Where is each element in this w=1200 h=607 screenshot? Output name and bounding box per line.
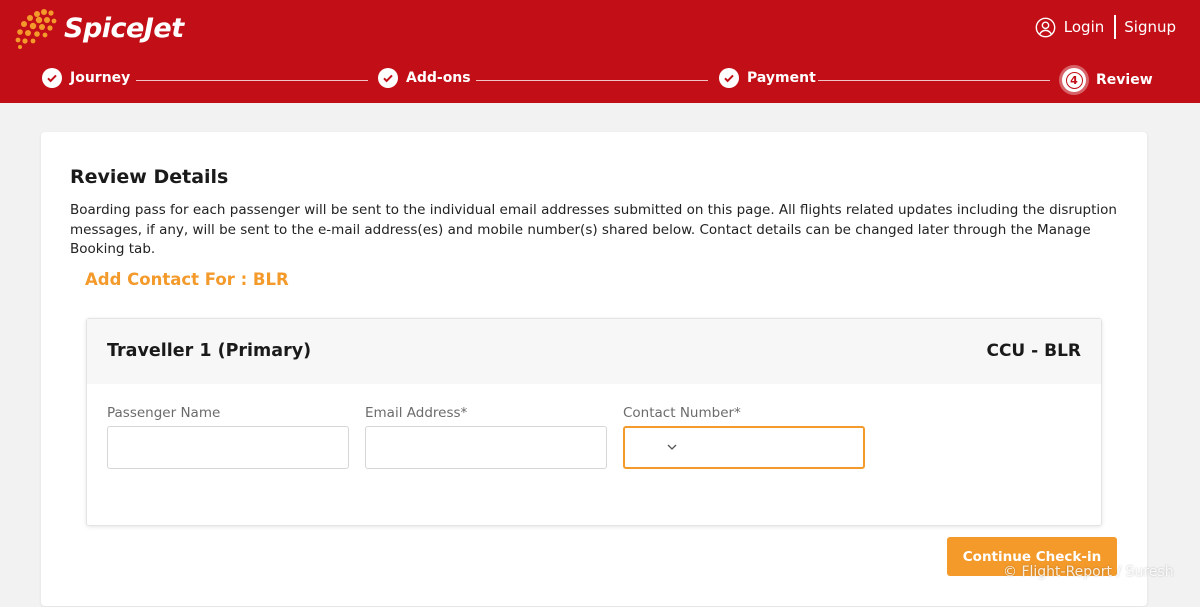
email-field: Email Address* <box>365 405 607 469</box>
site-header: SpiceJet Login Signup Journey Add-ons Pa… <box>0 0 1200 103</box>
add-contact-heading: Add Contact For : BLR <box>85 270 289 289</box>
traveller-header: Traveller 1 (Primary) CCU - BLR <box>87 319 1101 384</box>
photo-watermark: © Flight-Report / Suresh <box>1003 564 1174 580</box>
booking-stepper: Journey Add-ons Payment 4 Review <box>42 68 1153 92</box>
step-connector <box>136 80 368 81</box>
passenger-name-input[interactable] <box>107 426 349 469</box>
step-label: Review <box>1096 72 1153 88</box>
review-description: Boarding pass for each passenger will be… <box>70 202 1117 257</box>
checkmark-icon <box>719 68 739 88</box>
page-title: Review Details <box>70 166 229 188</box>
step-payment[interactable]: Payment <box>719 68 816 88</box>
spicejet-logo[interactable]: SpiceJet <box>14 6 184 50</box>
spicejet-logo-icon <box>15 9 57 49</box>
contact-number-label: Contact Number* <box>623 405 741 421</box>
traveller-name: Traveller 1 (Primary) <box>107 341 312 361</box>
review-card: Review Details Boarding pass for each pa… <box>41 132 1147 606</box>
flight-route: CCU - BLR <box>986 341 1081 361</box>
brand-name: SpiceJet <box>64 12 184 44</box>
step-review[interactable]: 4 Review <box>1062 68 1153 92</box>
contact-number-field: Contact Number* <box>623 405 865 469</box>
step-journey[interactable]: Journey <box>42 68 130 88</box>
signup-link[interactable]: Signup <box>1124 18 1176 36</box>
user-icon[interactable] <box>1035 17 1056 38</box>
divider <box>1114 15 1117 39</box>
email-label: Email Address* <box>365 405 468 421</box>
passenger-name-field: Passenger Name <box>107 405 349 469</box>
step-add-ons[interactable]: Add-ons <box>378 68 471 88</box>
step-label: Journey <box>70 70 131 86</box>
step-number-badge: 4 <box>1062 68 1086 92</box>
auth-links: Login Signup <box>1035 15 1176 39</box>
checkmark-icon <box>42 68 62 88</box>
step-label: Payment <box>747 70 816 86</box>
passenger-name-label: Passenger Name <box>107 405 221 421</box>
checkmark-icon <box>378 68 398 88</box>
step-label: Add-ons <box>406 70 471 86</box>
step-connector <box>818 80 1050 81</box>
traveller-card: Traveller 1 (Primary) CCU - BLR Passenge… <box>86 318 1102 526</box>
login-link[interactable]: Login <box>1064 18 1104 36</box>
step-connector <box>476 80 708 81</box>
contact-number-input[interactable] <box>623 426 865 469</box>
email-input[interactable] <box>365 426 607 469</box>
chevron-down-icon[interactable] <box>665 440 679 454</box>
